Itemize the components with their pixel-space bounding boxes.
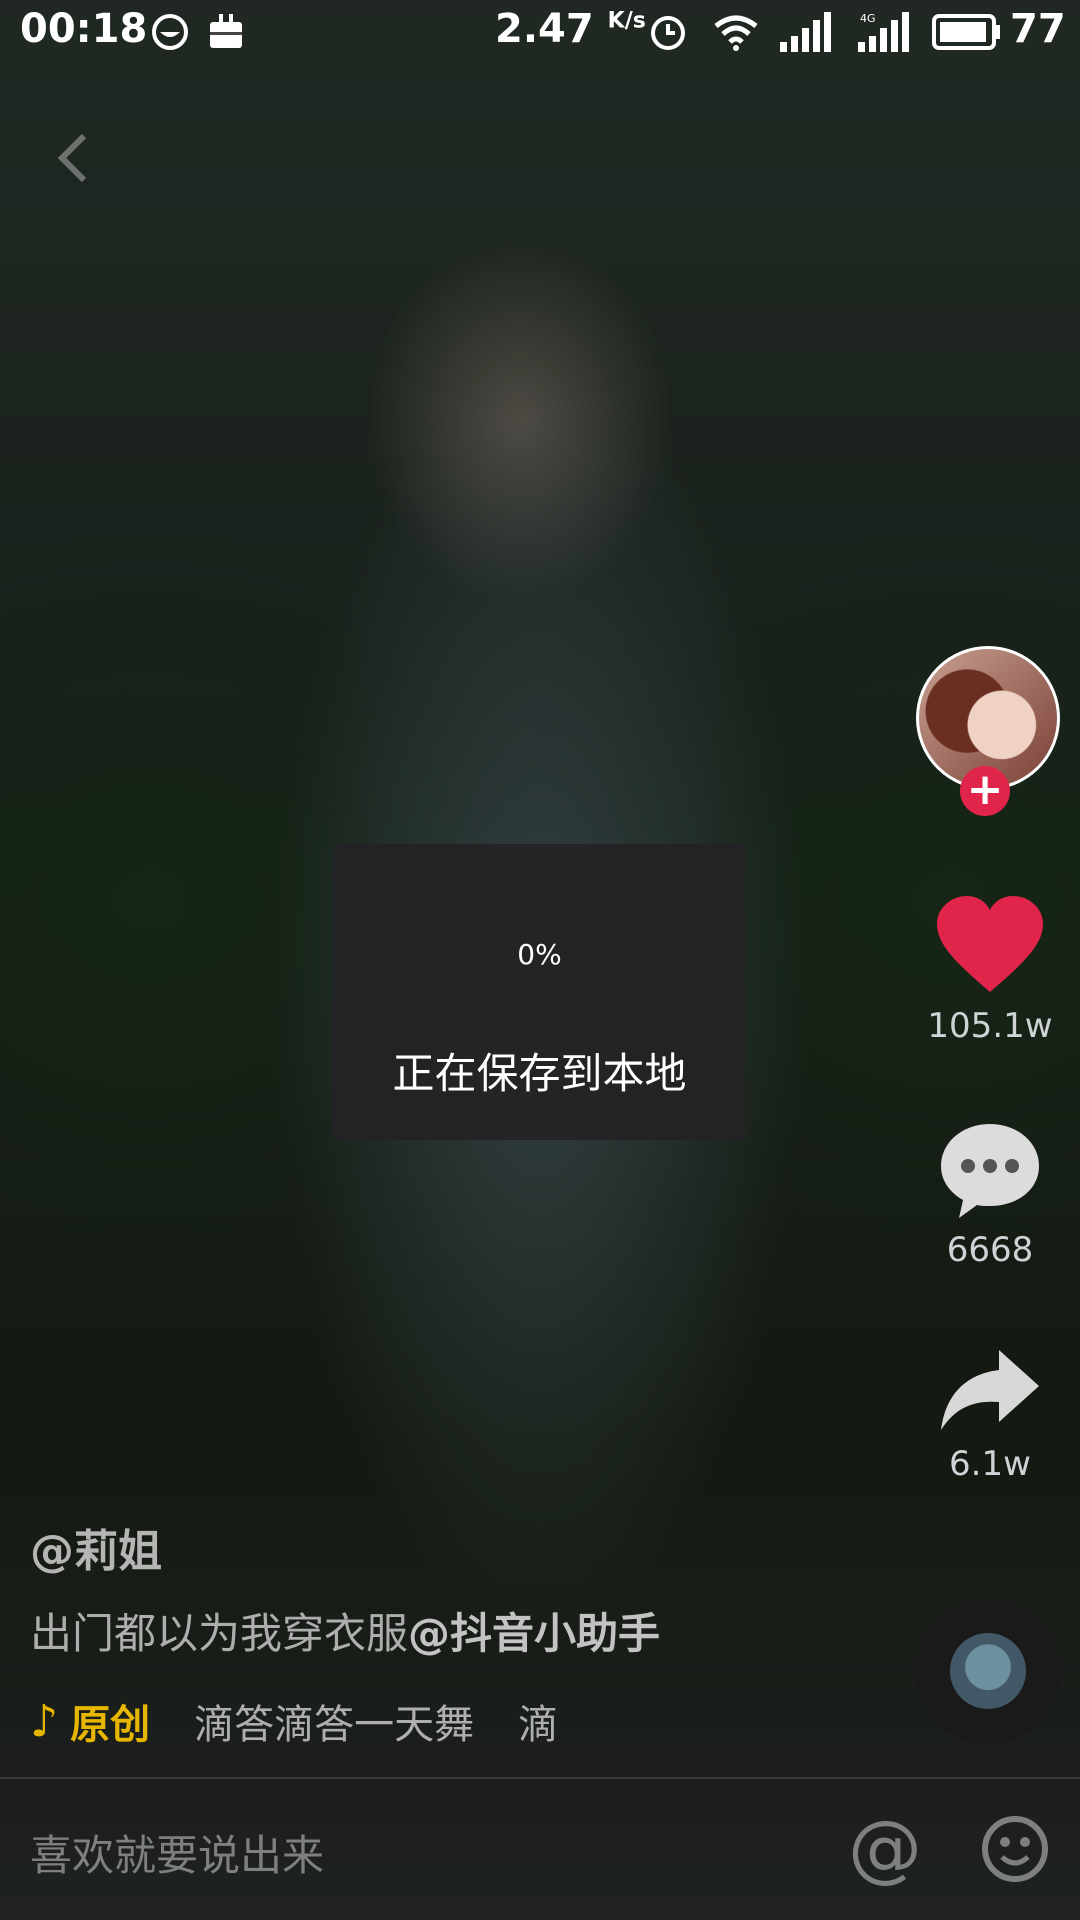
author-name[interactable]: @莉姐 bbox=[30, 1515, 162, 1579]
emoji-icon[interactable] bbox=[980, 1814, 1050, 1884]
at-mention-button[interactable]: @ bbox=[848, 1808, 922, 1888]
comment-button[interactable]: 6668 bbox=[920, 1120, 1060, 1270]
music-title-next: 滴 bbox=[518, 1702, 559, 1748]
wifi-icon bbox=[714, 15, 758, 51]
save-progress-percent: 0% bbox=[517, 938, 562, 971]
description-text: 出门都以为我穿衣服 bbox=[30, 1609, 409, 1658]
video-screen: 00:18 2.47 K/s 4G 77 + 105.1w 6668 6.1w … bbox=[0, 0, 1080, 1920]
music-disc-button[interactable] bbox=[915, 1598, 1061, 1744]
net-speed: 2.47 K/s bbox=[495, 6, 646, 52]
svg-text:4G: 4G bbox=[860, 12, 876, 25]
chat-bubble-icon bbox=[152, 14, 188, 50]
share-button[interactable]: 6.1w bbox=[920, 1346, 1060, 1484]
status-time: 00:18 bbox=[20, 6, 148, 52]
comment-bar-divider bbox=[0, 1777, 1080, 1779]
comment-bubble-icon bbox=[941, 1124, 1039, 1218]
music-title: 滴答滴答一天舞 bbox=[194, 1702, 475, 1748]
signal-icon bbox=[780, 12, 831, 52]
music-original-tag: 原创 bbox=[70, 1702, 151, 1748]
music-row[interactable]: ♪ 原创 滴答滴答一天舞滴 bbox=[30, 1692, 570, 1752]
comment-input[interactable]: 喜欢就要说出来 bbox=[30, 1822, 324, 1883]
alarm-icon bbox=[651, 16, 685, 50]
mention-link[interactable]: @抖音小助手 bbox=[408, 1609, 660, 1658]
share-arrow-icon bbox=[941, 1350, 1039, 1430]
battery-level: 77 bbox=[1010, 6, 1066, 52]
heart-icon bbox=[937, 896, 1043, 992]
video-description: 出门都以为我穿衣服@抖音小助手 bbox=[30, 1600, 660, 1661]
like-count: 105.1w bbox=[927, 1006, 1053, 1046]
status-bar: 00:18 2.47 K/s 4G 77 bbox=[0, 0, 1080, 64]
share-count: 6.1w bbox=[949, 1444, 1031, 1484]
saving-toast: 0% 正在保存到本地 bbox=[333, 844, 746, 1140]
save-message: 正在保存到本地 bbox=[392, 1049, 687, 1098]
author-avatar-button[interactable]: + bbox=[916, 646, 1060, 816]
back-icon[interactable] bbox=[48, 128, 98, 188]
like-button[interactable]: 105.1w bbox=[920, 896, 1060, 1046]
music-disc-icon bbox=[950, 1633, 1026, 1709]
signal-4g-icon: 4G bbox=[858, 12, 909, 52]
follow-plus-icon[interactable]: + bbox=[960, 766, 1010, 816]
battery-icon bbox=[932, 14, 1000, 50]
music-note-icon: ♪ bbox=[30, 1695, 59, 1747]
comment-count: 6668 bbox=[946, 1230, 1034, 1270]
briefcase-icon bbox=[210, 14, 242, 48]
